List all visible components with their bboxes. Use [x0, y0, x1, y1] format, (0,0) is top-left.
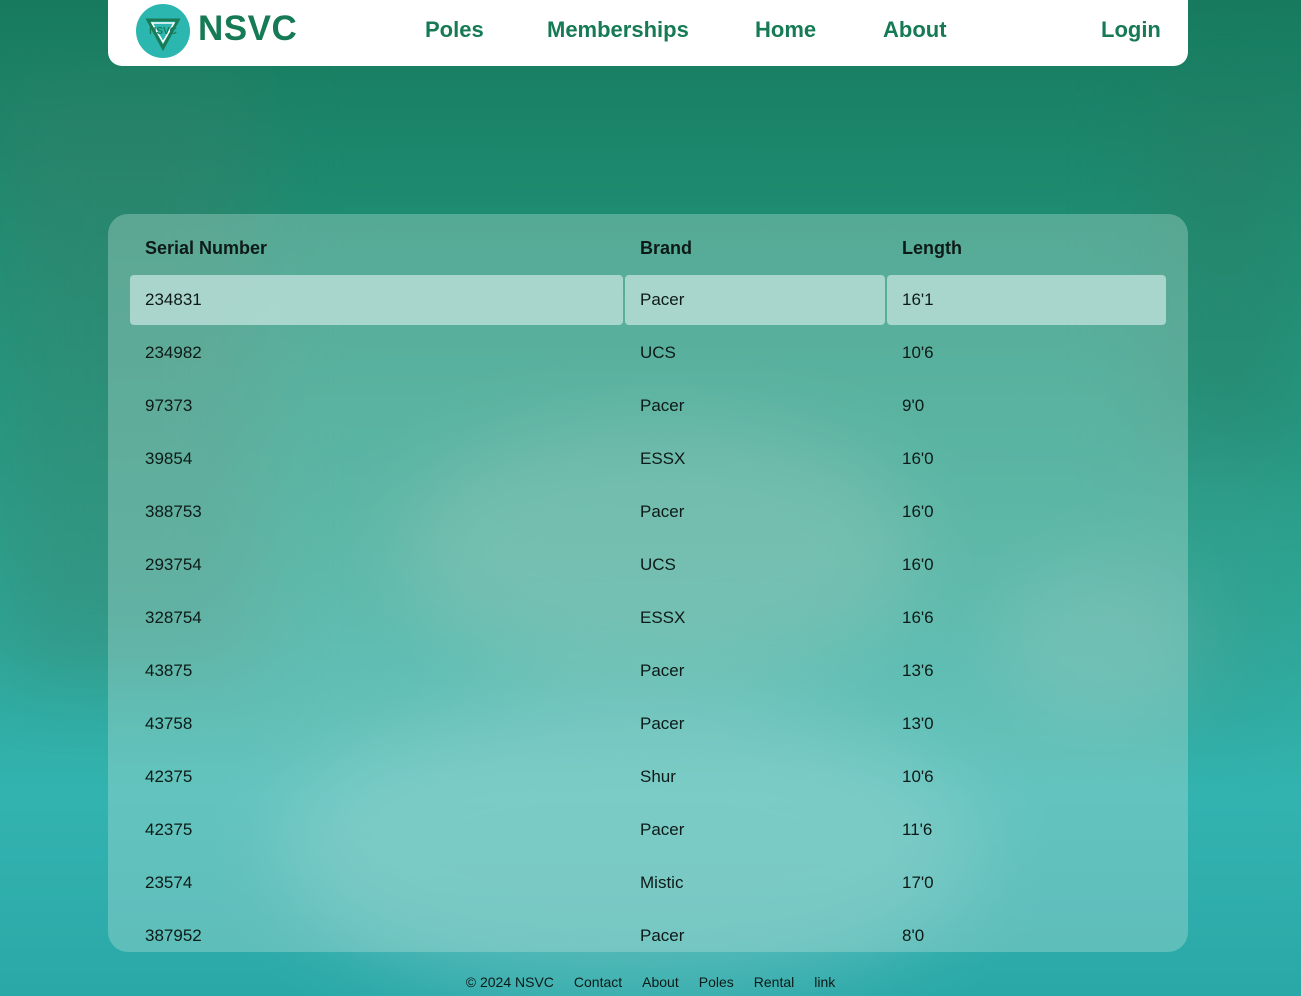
- row-length-cell: 10'6: [902, 343, 934, 362]
- row-brand-cell: ESSX: [640, 449, 686, 468]
- row-brand-cell: Pacer: [640, 502, 685, 521]
- row-brand-cell: Shur: [640, 767, 676, 786]
- table-row[interactable]: 39854 ESSX 16'0: [130, 434, 1166, 484]
- row-serial-cell: 42375: [145, 820, 193, 839]
- header-length[interactable]: Length: [902, 238, 962, 259]
- header-brand[interactable]: Brand: [640, 238, 692, 259]
- row-serial-cell: 387952: [145, 926, 202, 945]
- page-footer: © 2024 NSVC Contact About Poles Rental l…: [0, 974, 1301, 996]
- nav-about-link[interactable]: About: [883, 17, 947, 43]
- row-length-cell: 13'6: [902, 661, 934, 680]
- footer-about-link[interactable]: About: [642, 974, 679, 996]
- poles-table: Serial Number Brand Length 234831 Pacer 16…: [108, 214, 1188, 952]
- row-serial-cell: 39854: [145, 449, 193, 468]
- nav-memberships-link[interactable]: Memberships: [547, 17, 689, 43]
- row-brand-cell: Pacer: [625, 275, 885, 325]
- login-link[interactable]: Login: [1101, 17, 1161, 43]
- row-serial-cell: 234982: [145, 343, 202, 362]
- row-length-cell: 9'0: [902, 396, 925, 415]
- row-serial-cell: 388753: [145, 502, 202, 521]
- row-brand-cell: Pacer: [640, 714, 685, 733]
- row-serial-cell: 234831: [130, 275, 623, 325]
- logo-shield-icon: NSVC: [145, 18, 181, 52]
- footer-poles-link[interactable]: Poles: [699, 974, 734, 996]
- row-brand-cell: ESSX: [640, 608, 686, 627]
- row-serial-cell: 43758: [145, 714, 193, 733]
- row-brand-cell: Pacer: [640, 926, 685, 945]
- row-length-cell: 11'6: [902, 820, 933, 839]
- table-row[interactable]: 23574 Mistic 17'0: [130, 858, 1166, 908]
- row-brand-cell: Mistic: [640, 873, 684, 892]
- footer-rental-link[interactable]: Rental: [754, 974, 794, 996]
- footer-link[interactable]: link: [814, 974, 835, 996]
- table-row[interactable]: 43875 Pacer 13'6: [130, 646, 1166, 696]
- row-length-cell: 16'0: [902, 502, 934, 521]
- row-length-cell: 16'6: [902, 608, 934, 627]
- row-length-cell: 13'0: [902, 714, 934, 733]
- row-brand-cell: Pacer: [640, 820, 685, 839]
- row-serial-cell: 293754: [145, 555, 202, 574]
- row-serial-cell: 97373: [145, 396, 193, 415]
- row-brand-cell: Pacer: [640, 396, 685, 415]
- table-row[interactable]: 328754 ESSX 16'6: [130, 593, 1166, 643]
- footer-contact-link[interactable]: Contact: [574, 974, 622, 996]
- table-row[interactable]: 97373 Pacer 9'0: [130, 381, 1166, 431]
- table-row[interactable]: 42375 Pacer 11'6: [130, 805, 1166, 855]
- row-length-cell: 16'1: [887, 275, 1166, 325]
- row-serial-cell: 328754: [145, 608, 202, 627]
- table-row[interactable]: 42375 Shur 10'6: [130, 752, 1166, 802]
- row-serial-cell: 43875: [145, 661, 193, 680]
- brand-name[interactable]: NSVC: [198, 9, 297, 49]
- row-length-cell: 17'0: [902, 873, 934, 892]
- table-row[interactable]: 234982 UCS 10'6: [130, 328, 1166, 378]
- table-row[interactable]: 43758 Pacer 13'0: [130, 699, 1166, 749]
- nav-home-link[interactable]: Home: [755, 17, 816, 43]
- row-length-cell: 16'0: [902, 449, 934, 468]
- row-serial-cell: 23574: [145, 873, 193, 892]
- header-serial-number[interactable]: Serial Number: [145, 238, 267, 259]
- nav-poles-link[interactable]: Poles: [425, 17, 484, 43]
- row-serial-cell: 42375: [145, 767, 193, 786]
- row-length-cell: 8'0: [902, 926, 925, 945]
- row-brand-cell: UCS: [640, 343, 676, 362]
- table-row[interactable]: 234831 Pacer 16'1: [130, 275, 1166, 325]
- table-row[interactable]: 388753 Pacer 16'0: [130, 487, 1166, 537]
- top-navbar: NSVC NSVC Poles Memberships Home About L…: [108, 0, 1188, 66]
- row-brand-cell: Pacer: [640, 661, 685, 680]
- table-row[interactable]: 387952 Pacer 8'0: [130, 911, 1166, 952]
- row-length-cell: 16'0: [902, 555, 934, 574]
- row-brand-cell: UCS: [640, 555, 676, 574]
- logo-monogram: NSVC: [149, 26, 177, 37]
- footer-copyright: © 2024 NSVC: [465, 974, 554, 990]
- table-row[interactable]: 293754 UCS 16'0: [130, 540, 1166, 590]
- logo-icon[interactable]: NSVC: [136, 4, 190, 58]
- row-length-cell: 10'6: [902, 767, 934, 786]
